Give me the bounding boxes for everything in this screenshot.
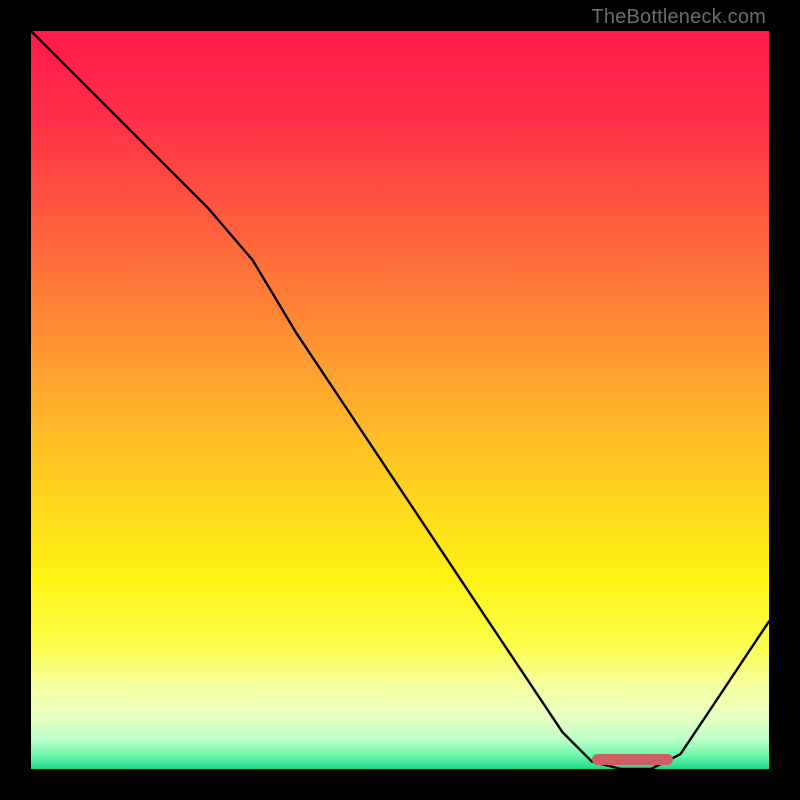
watermark-text: TheBottleneck.com — [591, 6, 766, 29]
optimal-range-marker — [592, 754, 673, 765]
chart-frame — [31, 31, 769, 769]
bottleneck-chart — [31, 31, 769, 769]
